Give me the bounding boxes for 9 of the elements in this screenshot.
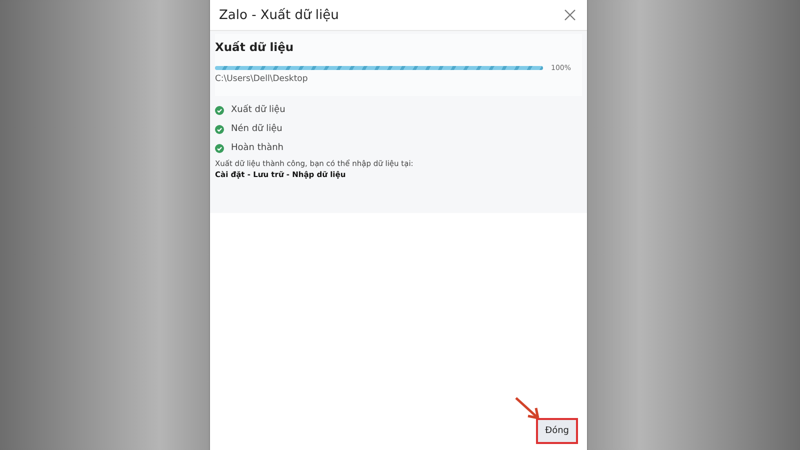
step-label: Hoàn thành	[231, 143, 284, 153]
close-button[interactable]: Đóng	[536, 418, 578, 444]
section-heading: Xuất dữ liệu	[215, 40, 295, 54]
window-title: Zalo - Xuất dữ liệu	[219, 8, 339, 22]
step-label: Nén dữ liệu	[231, 124, 282, 134]
export-path: C:\Users\Dell\Desktop	[215, 74, 309, 84]
close-icon[interactable]	[563, 8, 577, 22]
arrow-icon	[514, 396, 542, 422]
step-label: Xuất dữ liệu	[231, 105, 286, 115]
